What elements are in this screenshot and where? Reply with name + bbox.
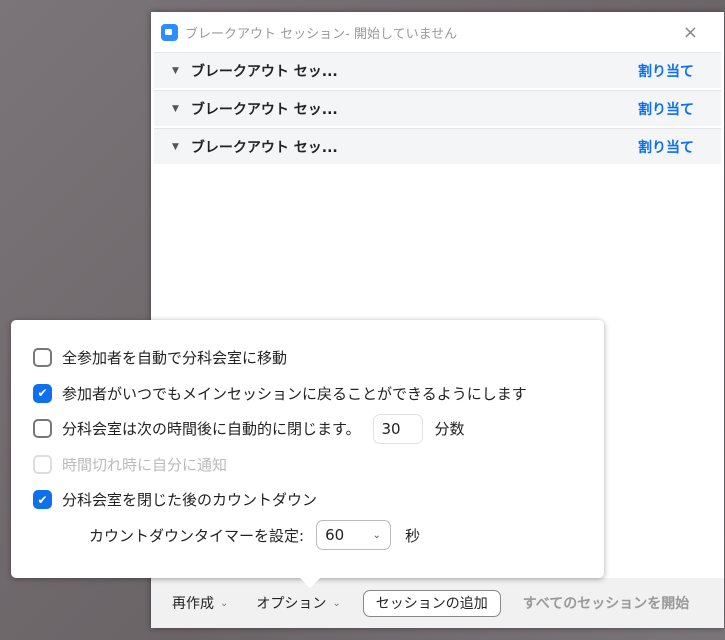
footer: 再作成 ⌄ オプション ⌄ セッションの追加 すべてのセッションを開始	[151, 578, 724, 628]
options-popup: 全参加者を自動で分科会室に移動 ✔ 参加者がいつでもメインセッションに戻ることがで…	[11, 320, 604, 588]
option-notify: 時間切れ時に自分に通知	[11, 447, 604, 483]
countdown-value: 60	[325, 526, 345, 545]
popup-arrow	[300, 578, 320, 588]
room-row[interactable]: ▼ ブレークアウト セッ... 割り当て	[154, 52, 721, 88]
room-name: ブレークアウト セッ...	[190, 63, 338, 80]
option-label: 時間切れ時に自分に通知	[62, 455, 228, 474]
option-label: 参加者がいつでもメインセッションに戻ることができるようにします	[62, 384, 527, 403]
triangle-down-icon[interactable]: ▼	[172, 66, 179, 76]
room-row[interactable]: ▼ ブレークアウト セッ... 割り当て	[154, 90, 721, 126]
seconds-unit: 秒	[405, 526, 421, 545]
minutes-input[interactable]: 30	[372, 413, 423, 444]
checkbox-disabled	[33, 454, 52, 474]
assign-link[interactable]: 割り当て	[638, 137, 694, 157]
options-label: オプション	[256, 596, 327, 612]
countdown-label: カウントダウンタイマーを設定:	[89, 526, 305, 545]
room-name: ブレークアウト セッ...	[190, 139, 338, 156]
minutes-unit: 分数	[434, 420, 465, 439]
option-label: 分科会室を閉じた後のカウントダウン	[62, 491, 318, 510]
checkbox-checked[interactable]: ✔	[33, 383, 52, 403]
checkbox[interactable]	[33, 419, 52, 439]
title-bar: ブレークアウト セッション- 開始していません ×	[151, 12, 724, 52]
room-name: ブレークアウト セッ...	[190, 101, 338, 118]
option-label: 分科会室は次の時間後に自動的に閉じます。	[62, 420, 361, 439]
option-label: 全参加者を自動で分科会室に移動	[62, 349, 288, 368]
zoom-logo-icon	[161, 23, 178, 41]
checkbox[interactable]	[33, 348, 52, 368]
countdown-setting: カウントダウンタイマーを設定: 60 ⌄ 秒	[11, 518, 604, 554]
assign-link[interactable]: 割り当て	[638, 99, 694, 119]
option-countdown[interactable]: ✔ 分科会室を閉じた後のカウントダウン	[11, 482, 604, 518]
triangle-down-icon[interactable]: ▼	[172, 142, 179, 152]
option-auto-move[interactable]: 全参加者を自動で分科会室に移動	[11, 340, 604, 376]
add-session-button[interactable]: セッションの追加	[362, 589, 501, 617]
start-all-button[interactable]: すべてのセッションを開始	[523, 593, 689, 613]
chevron-down-icon: ⌄	[372, 529, 382, 541]
room-row[interactable]: ▼ ブレークアウト セッ... 割り当て	[154, 128, 721, 164]
triangle-down-icon[interactable]: ▼	[172, 104, 179, 114]
option-auto-close[interactable]: 分科会室は次の時間後に自動的に閉じます。 30 分数	[11, 411, 604, 447]
options-button[interactable]: オプション ⌄	[256, 593, 340, 613]
close-icon[interactable]: ×	[683, 22, 698, 43]
chevron-down-icon: ⌄	[332, 597, 341, 609]
recreate-label: 再作成	[172, 596, 214, 612]
checkbox-checked[interactable]: ✔	[33, 490, 52, 510]
chevron-down-icon: ⌄	[220, 597, 229, 609]
countdown-select[interactable]: 60 ⌄	[316, 520, 392, 551]
recreate-button[interactable]: 再作成 ⌄	[172, 593, 228, 613]
window-title: ブレークアウト セッション- 開始していません	[185, 26, 458, 42]
assign-link[interactable]: 割り当て	[638, 61, 694, 81]
option-allow-return[interactable]: ✔ 参加者がいつでもメインセッションに戻ることができるようにします	[11, 376, 604, 412]
